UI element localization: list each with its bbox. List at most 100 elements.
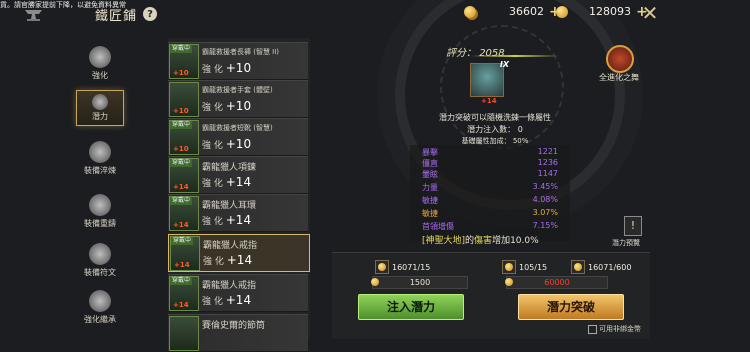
nav-item-enhance[interactable]: 強化 (60, 46, 140, 86)
nav-item-inherit[interactable]: 強化繼承 (60, 290, 140, 330)
item-level: +14 (173, 301, 189, 309)
gold-coin-icon (505, 278, 513, 286)
evolution-dance-label: 全進化之舞 (599, 73, 639, 82)
close-icon[interactable]: ✕ (640, 3, 660, 23)
currency-gold-value: 128093 (589, 5, 631, 18)
potential-preview-icon[interactable]: ! (624, 216, 642, 236)
use-unbound-gold-checkbox[interactable] (588, 325, 597, 334)
stat-row: 首領增傷 7.15% (422, 221, 558, 231)
use-unbound-gold-label: 可用非綁金幣 (599, 325, 641, 333)
refine-icon (89, 141, 111, 163)
reforge-icon (89, 194, 111, 216)
left-nav: 強化 潛力 裝備淬煉 裝備重鑄 裝備符文 強化繼承 (60, 38, 140, 338)
enhance-icon (89, 46, 111, 68)
equipped-badge: 穿戴中 (171, 237, 194, 245)
list-item[interactable]: 賽倫史爾的節筒 (168, 314, 308, 352)
page-title-area: 鐵匠鋪 ? (95, 4, 158, 24)
nav-item-refine[interactable]: 裝備淬煉 (60, 141, 140, 181)
item-name: 霸龍獵人戒指 (202, 281, 257, 291)
score-label: 評分： (446, 48, 476, 59)
score-value: 2058 (479, 48, 505, 59)
equipped-badge: 穿戴中 (170, 121, 193, 129)
nav-item-label: 裝備重鑄 (84, 219, 116, 228)
stat-row: 力量 3.45% (422, 182, 558, 192)
item-name: 霸龍獵人耳環 (202, 201, 257, 211)
left-material-count: 16071/15 (392, 262, 431, 272)
anvil-logo-icon (25, 10, 42, 21)
item-level: +10 (173, 145, 189, 153)
nav-item-label: 潛力 (92, 112, 108, 121)
stat-row: 僵直 1236 (422, 158, 558, 168)
item-level: +10 (173, 107, 189, 115)
item-thumbnail: 穿戴中 +14 (169, 276, 199, 311)
gold-coin-icon (556, 5, 568, 18)
item-enhance: 強 化 +10 (202, 99, 252, 113)
stat-row: 暈眩 1147 (422, 169, 558, 179)
item-thumbnail (169, 316, 199, 351)
nav-item-label: 強化繼承 (84, 315, 116, 324)
nav-item-potential[interactable]: 潛力 (76, 90, 124, 126)
nav-item-label: 強化 (92, 71, 108, 80)
list-item[interactable]: 穿戴中 +14 霸龍獵人戒指 強 化 +14 (168, 274, 308, 312)
potential-break-button[interactable]: 潛力突破 (518, 294, 624, 320)
potential-icon (92, 94, 108, 110)
right-material-2-count: 16071/600 (588, 262, 632, 272)
item-enhance: 強 化 +10 (202, 61, 252, 75)
nav-item-rune[interactable]: 裝備符文 (60, 243, 140, 283)
list-item[interactable]: 穿戴中 +14 霸龍獵人耳環 強 化 +14 (168, 194, 308, 232)
right-material-1-count: 105/15 (519, 262, 548, 272)
potential-description: 潛力突破可以隨機洗鍊一條屬性 (439, 113, 551, 122)
list-item-selected[interactable]: 穿戴中 +14 霸龍獵人戒指 強 化 +14 (168, 234, 310, 272)
item-enhance: 強 化 +14 (202, 213, 252, 227)
inject-potential-button[interactable]: 注入潛力 (358, 294, 464, 320)
list-item[interactable]: 穿戴中 +14 霸龍獵人項鍊 強 化 +14 (168, 156, 308, 194)
potential-preview-label: 潛力預覽 (612, 239, 640, 247)
item-enhance: 強 化 +14 (202, 175, 252, 189)
item-name: 霸龍救援者短靴 (智慧) (202, 124, 273, 132)
score-underline (470, 55, 560, 57)
gold-coin-icon (371, 278, 379, 286)
item-level: +14 (174, 261, 190, 269)
nav-item-label: 裝備符文 (84, 268, 116, 277)
item-name: 霸龍救援者長褲 (智慧 II) (202, 48, 280, 56)
item-name: 霸龍獵人項鍊 (202, 163, 257, 173)
inject-cost: 1500 (371, 276, 468, 289)
selected-item-icon[interactable]: IX +14 (470, 60, 509, 105)
material-icon (375, 260, 389, 274)
list-item[interactable]: 穿戴中 +10 霸龍救援者短靴 (智慧) 強 化 +10 (168, 118, 308, 156)
item-thumbnail: 穿戴中 +14 (170, 236, 200, 271)
evolution-dance-icon[interactable] (606, 45, 634, 73)
item-level: +14 (173, 183, 189, 191)
item-enhance: 強 化 +14 (203, 253, 253, 267)
currency-diamond: 36602 + (464, 5, 561, 19)
inherit-icon (89, 290, 111, 312)
material-icon (571, 260, 585, 274)
item-name: 霸龍救援者手套 (體壁) (202, 86, 273, 94)
equipped-badge: 穿戴中 (170, 45, 193, 53)
item-thumbnail: 穿戴中 +14 (169, 196, 199, 231)
help-icon[interactable]: ? (143, 7, 158, 21)
currency-gold: 128093 + (556, 5, 648, 19)
nav-item-reforge[interactable]: 裝備重鑄 (60, 194, 140, 234)
equipped-badge: 穿戴中 (170, 277, 193, 285)
list-item[interactable]: +10 霸龍救援者手套 (體壁) 強 化 +10 (168, 80, 308, 118)
stat-row: 敏捷 4.08% (422, 195, 558, 205)
item-enhance: 強 化 +10 (202, 137, 252, 151)
right-material-1: 105/15 (502, 260, 548, 274)
currency-diamond-value: 36602 (509, 5, 544, 18)
item-name: 霸龍獵人戒指 (203, 241, 258, 251)
item-thumbnail: 穿戴中 +10 (169, 120, 199, 155)
item-grade-badge: IX (499, 60, 509, 69)
item-level: +14 (173, 221, 189, 229)
item-level: +10 (173, 69, 189, 77)
item-thumbnail: 穿戴中 +14 (169, 158, 199, 193)
item-thumbnail: +10 (169, 82, 199, 117)
item-level: +14 (481, 97, 497, 105)
top-bar: 鐵匠鋪 ? 36602 + 128093 + ✕ (0, 0, 750, 28)
set-bonus-line: [神聖大地]的傷害增加10.0% (422, 236, 539, 246)
material-icon (502, 260, 516, 274)
equipped-badge: 穿戴中 (170, 197, 193, 205)
list-item[interactable]: 穿戴中 +10 霸龍救援者長褲 (智慧 II) 強 化 +10 (168, 42, 308, 80)
rune-icon (89, 243, 111, 265)
page-title: 鐵匠鋪 (95, 8, 138, 24)
